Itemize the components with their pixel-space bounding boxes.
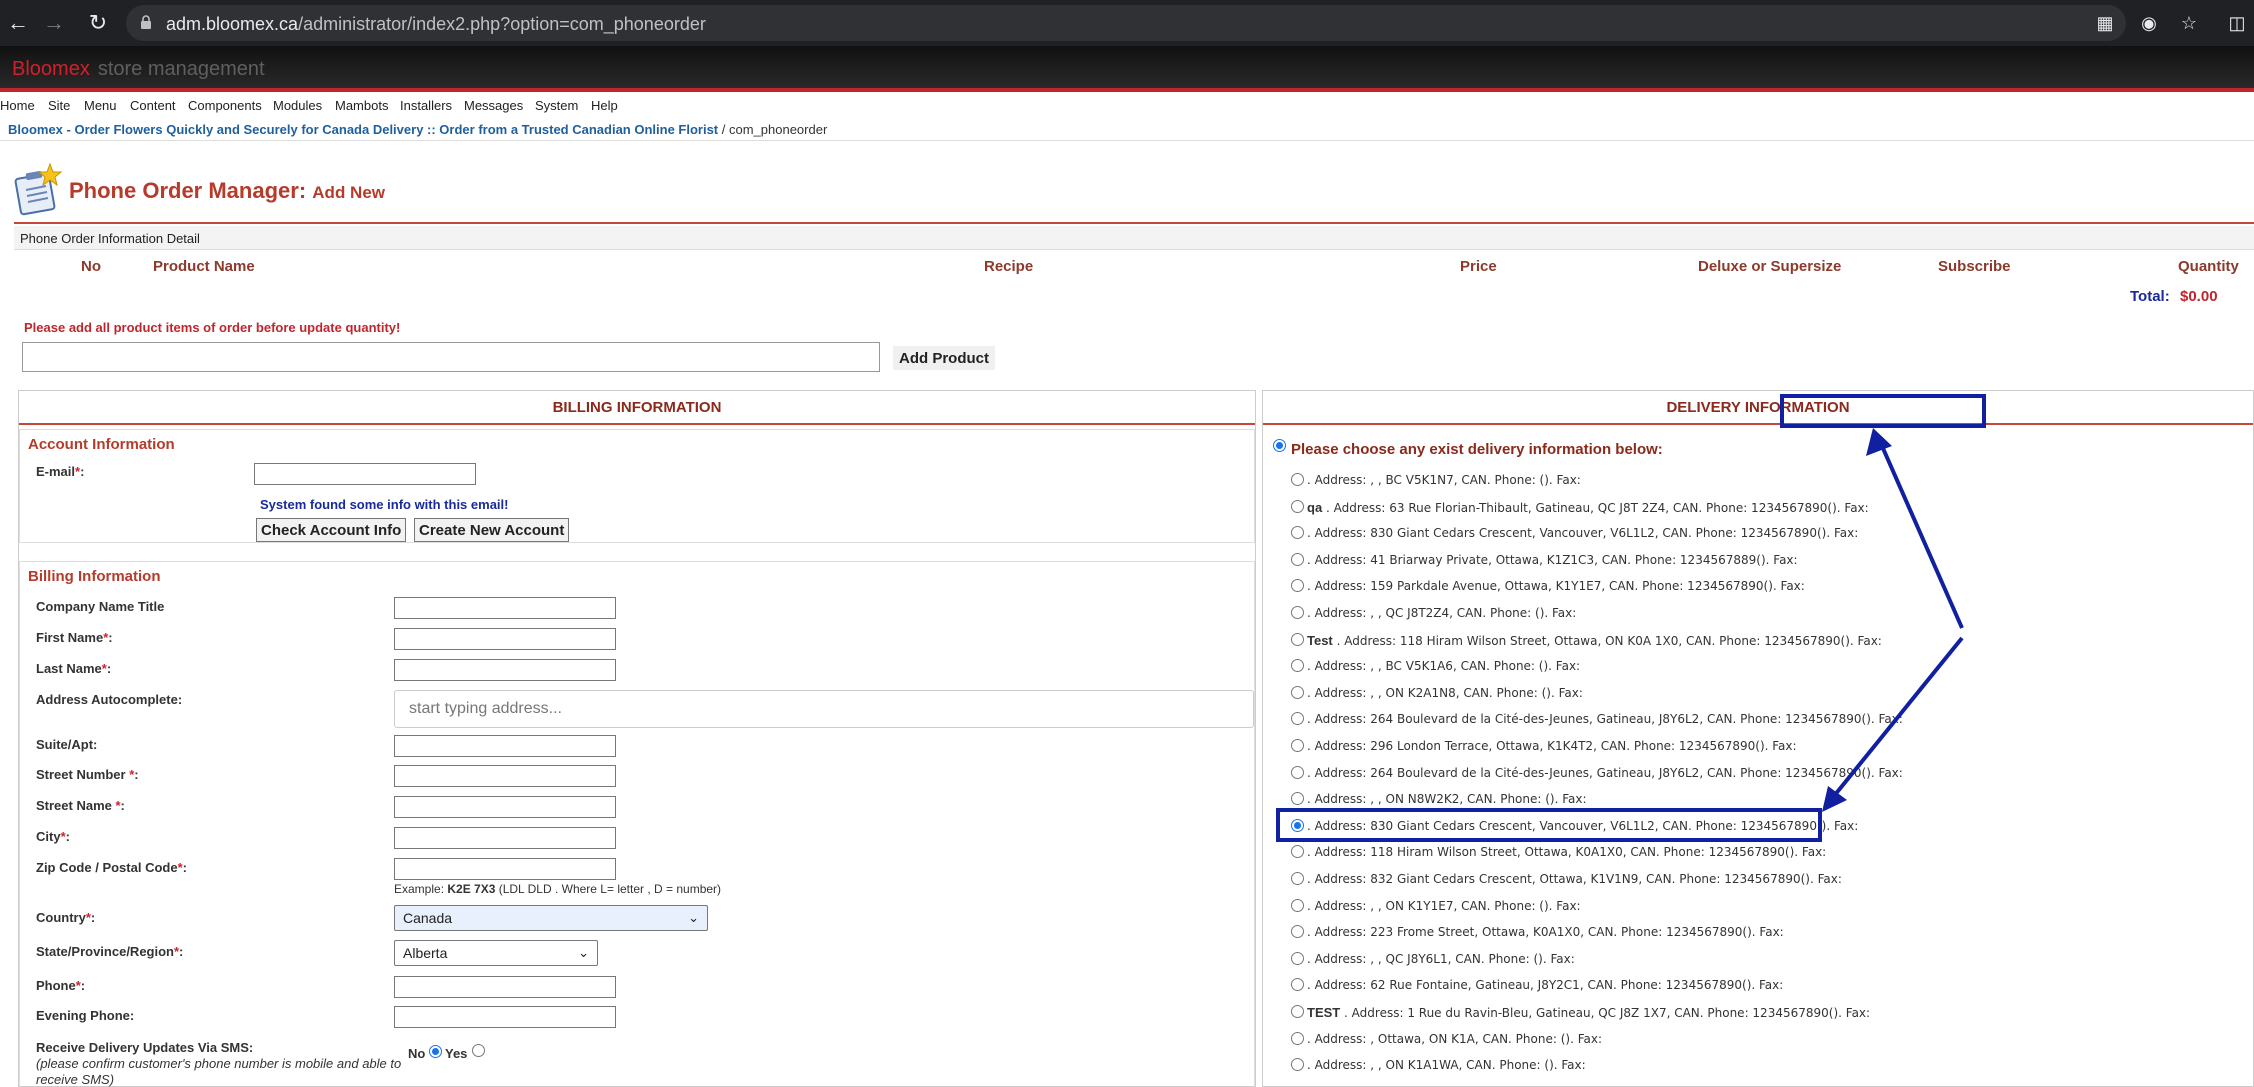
arrow-head-down (1822, 786, 1847, 812)
annotation-arrows (1822, 428, 1964, 812)
arrow-line-down (1832, 636, 1964, 798)
arrow-line-up (1880, 445, 1964, 629)
arrow-head-up (1866, 428, 1892, 456)
